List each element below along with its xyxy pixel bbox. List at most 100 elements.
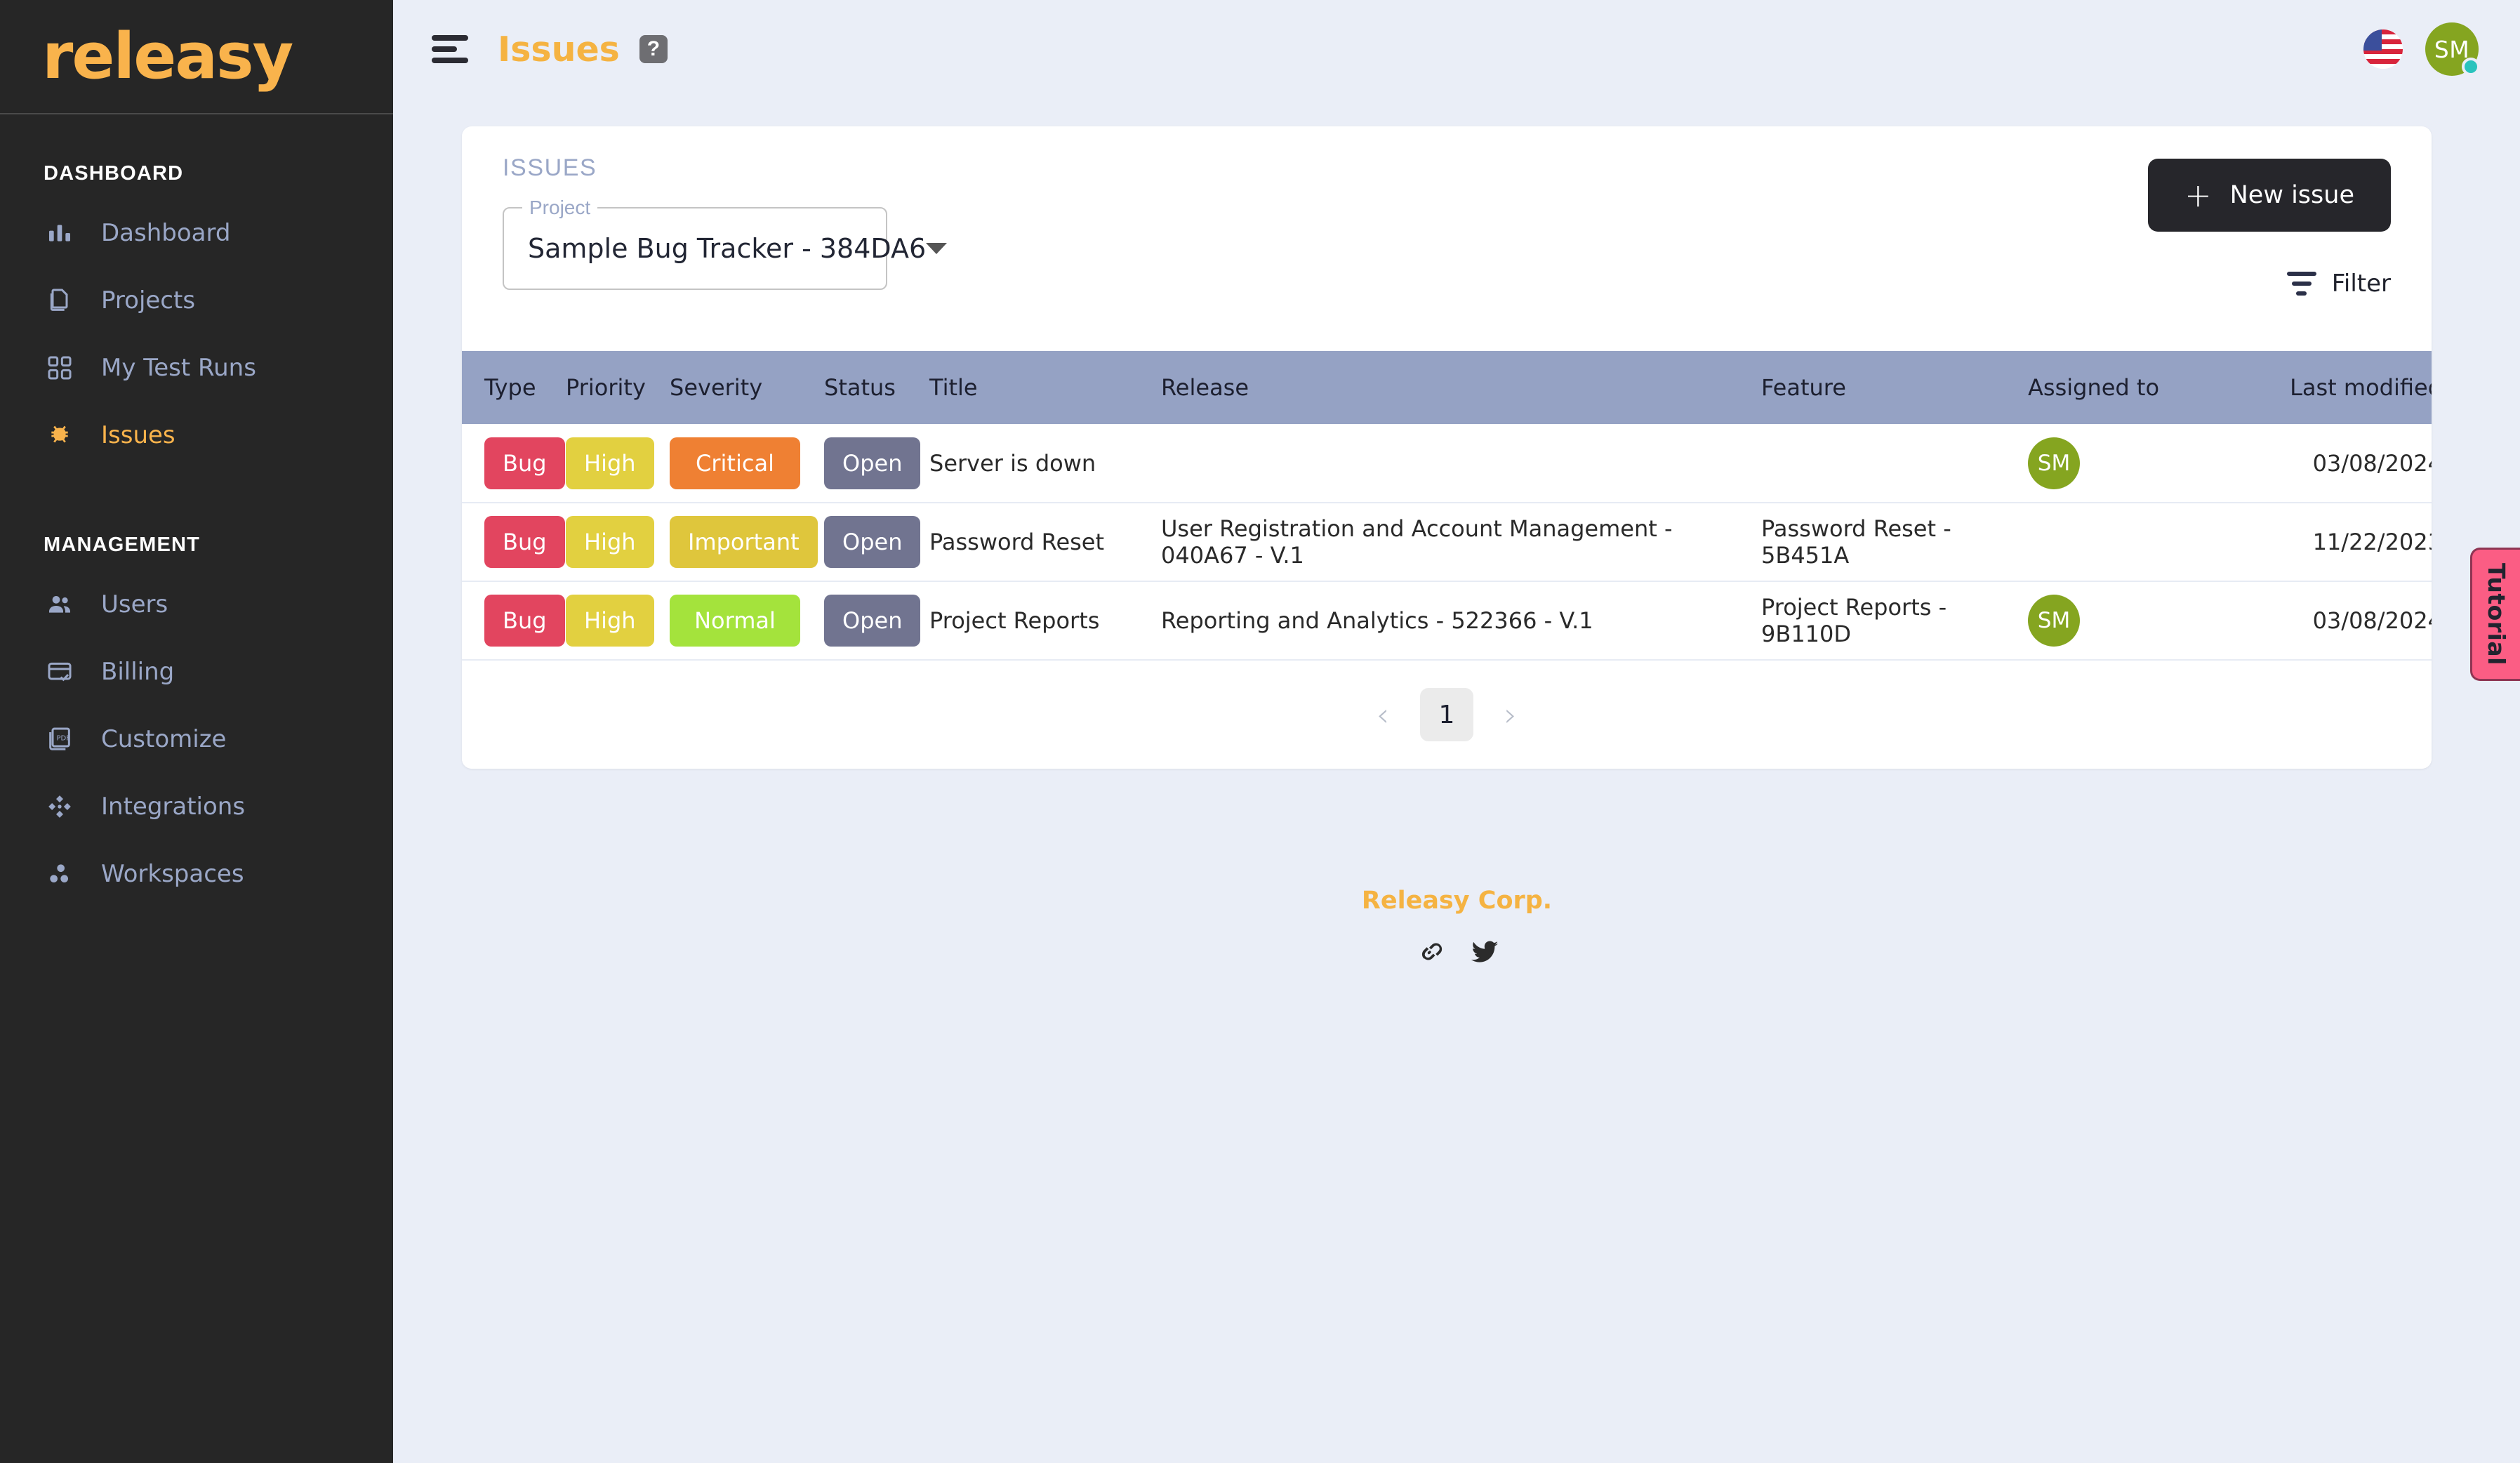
type-badge: Bug (484, 437, 565, 489)
cell-severity: Important (670, 503, 824, 581)
cell-feature: Project Reports - 9B110D (1761, 594, 1947, 647)
cell-last-modified: 11/22/2023 (2312, 529, 2432, 555)
column-header-status[interactable]: Status (824, 351, 929, 424)
sidebar-item-my-test-runs[interactable]: My Test Runs (0, 334, 393, 402)
sidebar-item-label: Billing (101, 658, 175, 686)
cell-release (1161, 424, 1761, 503)
footer-brand: Releasy Corp. (1361, 887, 1553, 915)
sidebar-item-integrations[interactable]: Integrations (0, 773, 393, 840)
cell-priority: High (566, 503, 670, 581)
status-dot (2462, 58, 2480, 76)
assignee-avatar[interactable]: SM (2028, 595, 2080, 647)
table-row[interactable]: Bug High Normal Open Project Reports Reportin… (462, 581, 2432, 660)
top-bar-right: SM (2363, 22, 2480, 76)
sidebar-section-management-title: MANAGEMENT (44, 534, 201, 556)
new-issue-label: New issue (2229, 181, 2354, 209)
pagination-next-icon[interactable]: › (1494, 696, 1527, 734)
priority-badge: High (566, 516, 654, 568)
pdf-file-icon: PDF (44, 723, 76, 755)
cell-assigned-to: SM (2028, 581, 2274, 660)
pagination: ‹ 1 › (462, 661, 2432, 769)
cell-type: Bug (462, 503, 566, 581)
link-icon[interactable] (1414, 936, 1446, 968)
filter-button[interactable]: Filter (2286, 270, 2391, 298)
status-badge: Open (824, 595, 921, 647)
cell-release: Reporting and Analytics - 522366 - V.1 (1161, 607, 1593, 634)
us-flag-icon[interactable] (2363, 29, 2403, 69)
help-icon[interactable]: ? (639, 35, 668, 63)
cell-type: Bug (462, 424, 566, 503)
sidebar-nav-management: Users Billing PDF Customize Integrations (0, 571, 393, 908)
cell-severity: Normal (670, 581, 824, 660)
tutorial-tab[interactable]: Tutorial (2470, 548, 2520, 681)
project-select-label: Project (522, 197, 598, 219)
sidebar: releasy DASHBOARD Dashboard Projects My … (0, 0, 393, 1463)
card-header: ISSUES Project Sample Bug Tracker - 384D… (462, 126, 2432, 351)
avatar[interactable]: SM (2425, 22, 2480, 76)
bug-icon (44, 419, 76, 451)
documents-icon (44, 284, 76, 317)
table-row[interactable]: Bug High Important Open Password Reset User R… (462, 503, 2432, 581)
footer-social-icons (393, 936, 2520, 968)
sidebar-item-issues[interactable]: Issues (0, 402, 393, 469)
cell-severity: Critical (670, 424, 824, 503)
logo-container[interactable]: releasy (0, 0, 393, 114)
cell-last-modified: 03/08/2024 (2312, 449, 2432, 477)
sidebar-nav-dashboard: Dashboard Projects My Test Runs Issues (0, 199, 393, 469)
sidebar-item-billing[interactable]: Billing (0, 638, 393, 706)
sidebar-item-label: Customize (101, 725, 227, 753)
sidebar-item-dashboard[interactable]: Dashboard (0, 199, 393, 267)
column-header-severity[interactable]: Severity (670, 351, 824, 424)
sidebar-item-workspaces[interactable]: Workspaces (0, 840, 393, 908)
cell-title: Password Reset (929, 529, 1105, 555)
new-issue-button[interactable]: + New issue (2148, 159, 2391, 232)
assignee-avatar[interactable]: SM (2028, 437, 2080, 489)
cell-release: User Registration and Account Management… (1161, 515, 1673, 569)
avatar-initials: SM (2434, 35, 2470, 63)
cell-assigned-to: SM (2028, 424, 2274, 503)
page-title: Issues (498, 29, 620, 69)
sidebar-item-label: Workspaces (101, 860, 244, 888)
sidebar-item-users[interactable]: Users (0, 571, 393, 638)
svg-text:PDF: PDF (57, 735, 71, 743)
column-header-last-modified[interactable]: Last modified (2274, 351, 2432, 424)
card-title: ISSUES (503, 154, 597, 181)
severity-badge: Critical (670, 437, 800, 489)
type-badge: Bug (484, 516, 565, 568)
credit-card-icon (44, 656, 76, 688)
severity-badge: Normal (670, 595, 800, 647)
column-header-type[interactable]: Type (462, 351, 566, 424)
cell-last-modified: 03/08/2024 (2312, 607, 2432, 634)
column-header-title[interactable]: Title (929, 351, 1161, 424)
cell-priority: High (566, 424, 670, 503)
sidebar-item-label: Projects (101, 286, 196, 315)
sidebar-section-dashboard-title: DASHBOARD (44, 162, 184, 185)
table-row[interactable]: Bug High Critical Open Server is down SM 03/08… (462, 424, 2432, 503)
grid-icon (44, 352, 76, 384)
sidebar-item-projects[interactable]: Projects (0, 267, 393, 334)
footer: Releasy Corp. (393, 887, 2520, 968)
column-header-feature[interactable]: Feature (1761, 351, 2028, 424)
pagination-prev-icon[interactable]: ‹ (1367, 696, 1399, 734)
hamburger-icon[interactable] (432, 35, 468, 63)
twitter-icon[interactable] (1468, 936, 1501, 968)
app-root: releasy DASHBOARD Dashboard Projects My … (0, 0, 2520, 1463)
status-badge: Open (824, 437, 921, 489)
pagination-page-1[interactable]: 1 (1420, 688, 1473, 741)
issues-card: ISSUES Project Sample Bug Tracker - 384D… (462, 126, 2432, 769)
priority-badge: High (566, 437, 654, 489)
column-header-assigned-to[interactable]: Assigned to (2028, 351, 2274, 424)
diamond-nodes-icon (44, 790, 76, 823)
cell-title: Project Reports (929, 607, 1100, 634)
cell-priority: High (566, 581, 670, 660)
cell-status: Open (824, 424, 929, 503)
cell-feature: Password Reset - 5B451A (1761, 515, 1951, 569)
column-header-priority[interactable]: Priority (566, 351, 670, 424)
chevron-down-icon (926, 243, 948, 254)
severity-badge: Important (670, 516, 818, 568)
project-select[interactable]: Project Sample Bug Tracker - 384DA6 (503, 197, 948, 290)
bar-chart-icon (44, 217, 76, 249)
sidebar-item-label: Integrations (101, 793, 246, 821)
sidebar-item-customize[interactable]: PDF Customize (0, 706, 393, 773)
column-header-release[interactable]: Release (1161, 351, 1761, 424)
